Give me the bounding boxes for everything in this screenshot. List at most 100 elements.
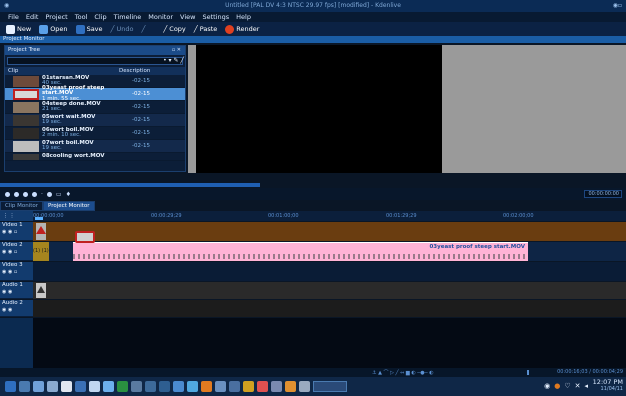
copy-button[interactable]: ╱ Copy <box>163 25 185 33</box>
open-button[interactable]: Open <box>39 24 68 34</box>
video-3-lane[interactable] <box>33 262 626 281</box>
taskbar-app-icon[interactable] <box>131 381 142 392</box>
track-controls-icon[interactable]: ◉ ◉ ▫ <box>0 229 33 235</box>
taskbar-app-icon[interactable] <box>229 381 240 392</box>
dock-title: Project Monitor <box>0 36 626 43</box>
taskbar-app-icon[interactable] <box>201 381 212 392</box>
list-item[interactable]: 08cooling wort.MOV <box>5 153 185 161</box>
menu-file[interactable]: File <box>8 13 19 21</box>
timeline-empty-area[interactable] <box>33 318 626 368</box>
taskbar-app-icon[interactable] <box>61 381 72 392</box>
track-header-video-3[interactable]: Video 3 ◉ ◉ ▫ <box>0 262 33 281</box>
track-header-audio-2[interactable]: Audio 2 ◉ ◉ <box>0 300 33 317</box>
notifications-icon[interactable]: ◉ <box>544 382 550 390</box>
volume-tray-icon[interactable]: ◂ <box>584 382 588 390</box>
menu-edit[interactable]: Edit <box>26 13 39 21</box>
copy-icon: ╱ <box>163 25 168 33</box>
dock-buttons-icon[interactable]: ▫ ✕ <box>172 46 181 55</box>
menu-bar: File Edit Project Tool Clip Timeline Mon… <box>0 12 626 22</box>
audio-2-lane[interactable] <box>33 300 626 317</box>
track-controls-icon[interactable]: ◉ ◉ ▫ <box>0 269 33 275</box>
timeline-clip-yellow[interactable]: (1) (1) <box>33 242 49 261</box>
list-item[interactable]: 06wort boil.MOV 2 min. 10 sec. -02-15 <box>5 127 185 140</box>
rewind-icon[interactable] <box>5 191 10 197</box>
taskbar-app-icon[interactable] <box>33 381 44 392</box>
timeline-clip[interactable]: 03yeast proof steep start.MOV <box>73 231 528 261</box>
search-input[interactable]: • ▾ ✎ ╱ <box>7 57 184 65</box>
kde-menu-icon[interactable] <box>5 381 16 392</box>
new-button[interactable]: New <box>6 24 31 34</box>
save-button[interactable]: Save <box>75 24 103 34</box>
taskbar-app-icon[interactable] <box>299 381 310 392</box>
menu-settings[interactable]: Settings <box>202 13 229 21</box>
playhead[interactable] <box>35 217 43 220</box>
list-item[interactable]: 04steep done.MOV 21 sec. -02-15 <box>5 101 185 114</box>
network-icon[interactable]: ♡ <box>564 382 570 390</box>
tree-tools-icon[interactable]: • ▾ ✎ ╱ <box>163 57 184 64</box>
tab-clip-monitor[interactable]: Clip Monitor <box>0 201 44 211</box>
taskbar-app-icon[interactable] <box>89 381 100 392</box>
timeline-clip-small[interactable] <box>36 223 46 240</box>
list-item[interactable]: 05wort wait.MOV 19 sec. -02-15 <box>5 114 185 127</box>
taskbar-app-icon[interactable] <box>103 381 114 392</box>
taskbar-app-icon[interactable] <box>117 381 128 392</box>
menu-tool[interactable]: Tool <box>75 13 88 21</box>
undo-icon: ╱ <box>110 25 115 33</box>
prev-frame-icon[interactable] <box>14 191 19 197</box>
timeline-clip-audio[interactable] <box>36 283 46 298</box>
undo-button[interactable]: ╱ Undo <box>111 25 134 33</box>
menu-monitor[interactable]: Monitor <box>148 13 173 21</box>
taskbar-app-icon[interactable] <box>271 381 282 392</box>
pager-widget[interactable] <box>313 381 347 392</box>
column-clip[interactable]: Clip <box>5 67 119 75</box>
track-controls-icon[interactable]: ◉ ◉ <box>0 289 33 295</box>
taskbar-app-icon[interactable] <box>145 381 156 392</box>
volume-icon[interactable]: ♦ <box>66 191 71 198</box>
taskbar-app-icon[interactable] <box>19 381 30 392</box>
taskbar-app-icon[interactable] <box>187 381 198 392</box>
tab-project-monitor[interactable]: Project Monitor <box>43 201 95 211</box>
zone-icon[interactable]: ▭ <box>56 191 62 198</box>
taskbar-app-icon[interactable] <box>75 381 86 392</box>
track-header-video-2[interactable]: Video 2 ◉ ◉ ▫ <box>0 242 33 261</box>
list-item[interactable]: 07wort boil.MOV 19 sec. -02-15 <box>5 140 185 153</box>
render-button[interactable]: Render <box>225 24 259 34</box>
play-icon[interactable] <box>23 191 28 197</box>
track-controls-icon[interactable]: ◉ ◉ ▫ <box>0 249 33 255</box>
track-header-audio-1[interactable]: Audio 1 ◉ ◉ <box>0 282 33 299</box>
taskbar-app-icon[interactable] <box>285 381 296 392</box>
column-description[interactable]: Description <box>119 67 185 75</box>
taskbar-app-icon[interactable] <box>215 381 226 392</box>
menu-help[interactable]: Help <box>236 13 251 21</box>
clip-thumbnail <box>13 140 39 152</box>
clock[interactable]: 12:07 PM 11/04/11 <box>593 379 623 393</box>
monitor-view[interactable] <box>196 45 626 173</box>
taskbar-app-icon[interactable] <box>47 381 58 392</box>
taskbar-app-icon[interactable] <box>159 381 170 392</box>
audio-1-lane[interactable] <box>33 282 626 299</box>
menu-clip[interactable]: Clip <box>94 13 106 21</box>
mute-icon[interactable]: ✕ <box>575 382 581 390</box>
window-controls-icon[interactable]: ◉▫ <box>613 2 622 9</box>
taskbar-app-icon[interactable] <box>243 381 254 392</box>
timeline-tools-icon[interactable]: ⚓ ▲ ⌒ ▷ ╱ ⇔ ▆ ◐ ─●─ ◐ <box>372 369 434 376</box>
monitor-timecode[interactable]: 00:00:00:00 <box>584 190 622 198</box>
list-item[interactable]: 03yeast proof steep start.MOV 1 min. 55 s… <box>5 85 185 101</box>
redo-button[interactable]: ╱ <box>141 25 145 33</box>
battery-icon[interactable]: ● <box>554 382 560 390</box>
video-2-lane[interactable]: (1) (1) 03yeast proof steep start.MOV <box>33 231 626 261</box>
paste-button[interactable]: ╱ Paste <box>194 25 217 33</box>
next-frame-icon[interactable] <box>32 191 37 197</box>
taskbar-app-icon[interactable] <box>173 381 184 392</box>
track-controls-icon[interactable]: ◉ ◉ <box>0 307 33 313</box>
menu-timeline[interactable]: Timeline <box>114 13 142 21</box>
track-header-video-1[interactable]: Video 1 ◉ ◉ ▫ <box>0 222 33 241</box>
menu-view[interactable]: View <box>180 13 195 21</box>
taskbar-app-icon[interactable] <box>257 381 268 392</box>
timeline-ruler[interactable]: 00:00:00;00 00:00:29;29 00:01:00;00 00:0… <box>33 211 626 221</box>
zoom-slider[interactable] <box>527 370 529 375</box>
forward-icon[interactable] <box>46 191 52 197</box>
menu-project[interactable]: Project <box>45 13 67 21</box>
video-1-lane[interactable] <box>33 222 626 241</box>
monitor-seek-bar[interactable] <box>0 183 260 187</box>
